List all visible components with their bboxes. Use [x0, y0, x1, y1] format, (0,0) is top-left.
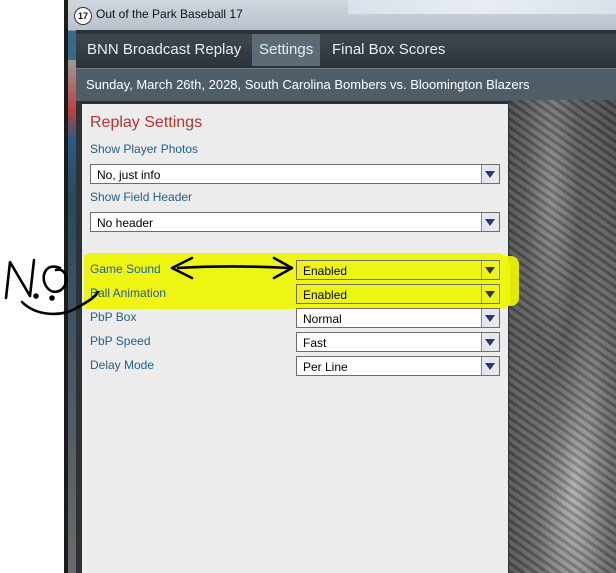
chevron-down-icon[interactable] [481, 357, 499, 375]
label-game-sound: Game Sound [90, 262, 161, 276]
chevron-down-icon[interactable] [481, 285, 499, 303]
select-pbp-speed[interactable]: Fast [296, 332, 500, 352]
chevron-down-icon[interactable] [481, 333, 499, 351]
label-delay-mode: Delay Mode [90, 358, 155, 372]
chevron-down-icon[interactable] [481, 165, 499, 183]
game-description: Sunday, March 26th, 2028, South Carolina… [86, 77, 530, 92]
select-value: No header [97, 216, 154, 230]
window-titlebar[interactable]: 17 Out of the Park Baseball 17 [68, 0, 616, 31]
label-ball-animation: Ball Animation [90, 286, 167, 300]
select-game-sound[interactable]: Enabled [296, 260, 500, 280]
tab-settings[interactable]: Settings [252, 34, 321, 66]
background-window-edge [68, 0, 76, 573]
select-value: No, just info [97, 168, 161, 182]
game-subheader: Sunday, March 26th, 2028, South Carolina… [76, 68, 616, 101]
label-pbp-box: PbP Box [90, 310, 137, 324]
select-value: Enabled [303, 288, 348, 302]
select-value: Fast [303, 336, 327, 350]
chevron-down-icon[interactable] [481, 309, 499, 327]
label-show-field-header: Show Field Header [90, 190, 193, 204]
chevron-down-icon[interactable] [481, 213, 499, 231]
label-pbp-speed: PbP Speed [90, 334, 151, 348]
select-show-player-photos[interactable]: No, just info [90, 164, 500, 184]
select-value: Enabled [303, 264, 348, 278]
select-value: Normal [303, 312, 342, 326]
tab-final-box-scores[interactable]: Final Box Scores [325, 34, 452, 66]
tab-bar: BNN Broadcast Replay Settings Final Box … [76, 34, 616, 66]
background-baseball-image [509, 100, 616, 573]
background-window-content [348, 0, 616, 14]
label-show-player-photos: Show Player Photos [90, 142, 199, 156]
select-show-field-header[interactable]: No header [90, 212, 500, 232]
select-value: Per Line [303, 360, 348, 374]
highlighter-mark-overflow [505, 256, 519, 306]
window-title: Out of the Park Baseball 17 [96, 7, 243, 21]
select-delay-mode[interactable]: Per Line [296, 356, 500, 376]
panel-title: Replay Settings [90, 114, 203, 131]
chevron-down-icon[interactable] [481, 261, 499, 279]
app-icon: 17 [74, 7, 92, 25]
select-pbp-box[interactable]: Normal [296, 308, 500, 328]
select-ball-animation[interactable]: Enabled [296, 284, 500, 304]
tab-bnn-broadcast-replay[interactable]: BNN Broadcast Replay [80, 34, 248, 66]
desktop-margin [0, 0, 64, 573]
